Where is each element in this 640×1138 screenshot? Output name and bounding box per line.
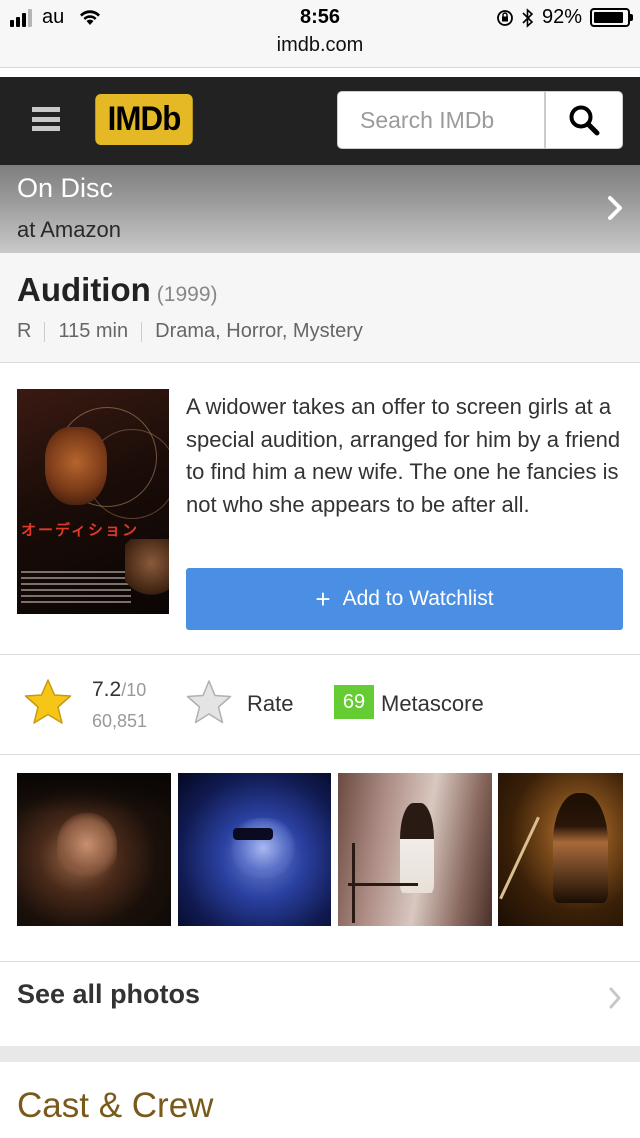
plus-icon: + bbox=[315, 584, 331, 614]
divider bbox=[44, 321, 46, 342]
plot-summary: A widower takes an offer to screen girls… bbox=[186, 394, 621, 517]
cast-crew-section: Cast & Crew bbox=[0, 1062, 640, 1138]
photo-thumbnail[interactable] bbox=[498, 773, 623, 926]
status-bar: au 8:56 92% imdb.com bbox=[0, 0, 640, 68]
movie-meta: R 115 min Drama, Horror, Mystery bbox=[17, 320, 363, 343]
see-all-photos-link[interactable]: See all photos bbox=[0, 962, 640, 1046]
imdb-logo[interactable]: IMDb bbox=[95, 94, 193, 145]
photo-strip bbox=[0, 755, 640, 962]
see-all-photos-label: See all photos bbox=[17, 979, 201, 1009]
status-right: 92% bbox=[496, 6, 633, 29]
rate-button[interactable]: Rate bbox=[247, 691, 293, 717]
rating-score: 7.2/10 bbox=[92, 678, 147, 701]
movie-year: (1999) bbox=[156, 283, 218, 306]
watchlist-label: Add to Watchlist bbox=[342, 587, 494, 610]
battery-icon bbox=[590, 8, 633, 27]
bluetooth-icon bbox=[522, 7, 534, 28]
chevron-right-icon bbox=[609, 987, 621, 1009]
movie-poster[interactable]: オーディション bbox=[17, 389, 169, 614]
url-label[interactable]: imdb.com bbox=[0, 34, 640, 57]
on-disc-banner[interactable]: On Disc at Amazon bbox=[0, 165, 640, 253]
page-title: Audition (1999) bbox=[17, 271, 218, 309]
photo-thumbnail[interactable] bbox=[178, 773, 331, 926]
rating-count: 60,851 bbox=[92, 711, 148, 731]
photo-thumbnail[interactable] bbox=[338, 773, 492, 926]
orientation-lock-icon bbox=[497, 9, 513, 26]
movie-title: Audition bbox=[17, 271, 151, 308]
section-divider bbox=[0, 1046, 640, 1062]
movie-genres[interactable]: Drama, Horror, Mystery bbox=[155, 320, 363, 343]
star-filled-icon bbox=[24, 679, 72, 724]
hamburger-icon[interactable] bbox=[32, 107, 60, 131]
metascore-badge[interactable]: 69 bbox=[334, 685, 374, 719]
ratings-bar: 7.2/10 60,851 Rate 69 Metascore bbox=[0, 655, 640, 755]
movie-runtime: 115 min bbox=[58, 320, 129, 342]
photo-thumbnail[interactable] bbox=[17, 773, 171, 926]
movie-rating: R bbox=[17, 320, 32, 342]
poster-title: オーディション bbox=[21, 521, 139, 539]
cast-crew-heading: Cast & Crew bbox=[17, 1086, 214, 1125]
search-input[interactable] bbox=[337, 91, 545, 149]
add-to-watchlist-button[interactable]: + Add to Watchlist bbox=[186, 568, 623, 630]
magnifier-icon bbox=[569, 105, 600, 136]
divider bbox=[141, 321, 143, 342]
banner-title: On Disc bbox=[17, 173, 114, 203]
overview-section: オーディション A widower takes an offer to scre… bbox=[0, 363, 640, 655]
title-section: Audition (1999) R 115 min Drama, Horror, … bbox=[0, 253, 640, 363]
banner-subtitle: at Amazon bbox=[17, 217, 121, 242]
navbar: IMDb bbox=[0, 77, 640, 165]
search-button[interactable] bbox=[545, 91, 623, 149]
star-outline-icon[interactable] bbox=[185, 679, 233, 725]
battery-percent: 92% bbox=[541, 6, 582, 28]
metascore-label[interactable]: Metascore bbox=[381, 691, 484, 717]
chevron-right-icon bbox=[608, 196, 622, 220]
rating-out-of: /10 bbox=[121, 680, 147, 700]
